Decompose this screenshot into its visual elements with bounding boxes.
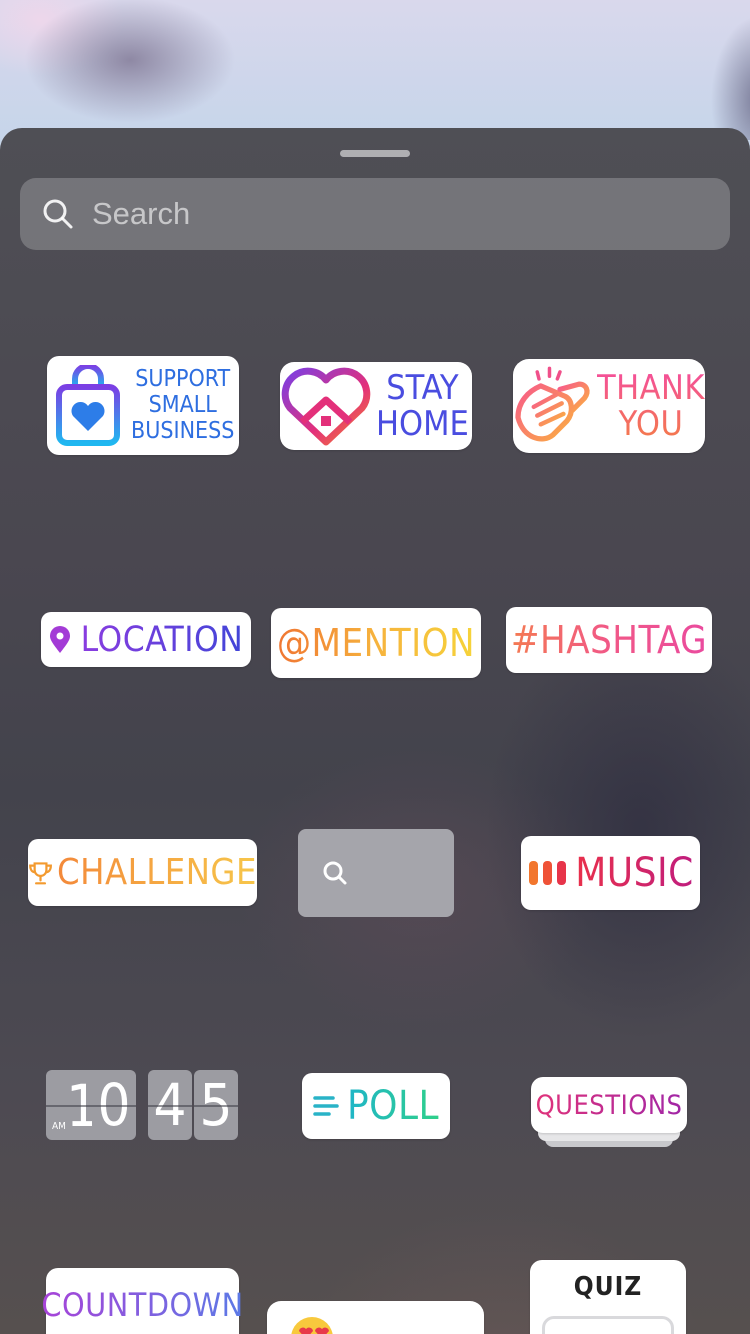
clock-hour-tile-2: 0: [92, 1070, 136, 1140]
sticker-label-line: YOU: [618, 404, 684, 444]
clock-minute-tile: 4: [148, 1070, 192, 1140]
countdown-sticker[interactable]: COUNTDOWN: [41, 1268, 243, 1334]
heart-eyes-emoji-icon: [291, 1317, 333, 1334]
countdown-label: COUNTDOWN: [41, 1286, 244, 1324]
poll-label: POLL: [346, 1083, 440, 1129]
questions-label: QUESTIONS: [535, 1089, 683, 1121]
search-bar[interactable]: Search: [20, 178, 730, 250]
clock-sticker[interactable]: AM 1 0 4 5: [46, 1070, 240, 1142]
quiz-option-box: [542, 1316, 674, 1334]
sticker-label-line: HOME: [376, 404, 469, 444]
questions-sticker[interactable]: QUESTIONS: [531, 1077, 687, 1151]
sticker-label-line: STAY: [386, 368, 459, 408]
poll-sticker[interactable]: POLL: [302, 1073, 450, 1139]
music-sticker[interactable]: MUSIC: [521, 836, 700, 910]
location-label: LOCATION: [80, 619, 244, 660]
sticker-label-line: BUSINESS: [131, 418, 235, 444]
heart-house-icon: [281, 367, 371, 446]
sticker-tray: Search SUPPORT SMALL BUSINESS STAY HOME …: [0, 128, 750, 1334]
trophy-icon: [29, 861, 52, 884]
search-placeholder: Search: [92, 196, 191, 231]
gif-search-sticker[interactable]: [298, 829, 454, 917]
thank-you-sticker[interactable]: THANK YOU: [513, 359, 705, 453]
poll-lines-icon: [313, 1096, 339, 1116]
clock-digit: 4: [153, 1071, 187, 1139]
clock-minute-tile-2: 5: [194, 1070, 238, 1140]
clock-ampm: AM: [52, 1121, 66, 1132]
emoji-slider-sticker[interactable]: [267, 1301, 484, 1334]
search-icon: [43, 199, 73, 229]
mention-sticker[interactable]: @MENTION: [271, 608, 481, 678]
clock-digit: 5: [199, 1071, 233, 1139]
quiz-sticker[interactable]: QUIZ: [530, 1260, 686, 1334]
support-small-business-sticker[interactable]: SUPPORT SMALL BUSINESS: [47, 356, 239, 455]
music-bars-icon: [529, 861, 567, 885]
hashtag-label: #HASHTAG: [510, 618, 708, 662]
challenge-label: CHALLENGE: [57, 852, 257, 893]
sheet-grabber[interactable]: [340, 150, 410, 157]
sticker-label-line: SMALL: [148, 392, 217, 418]
location-pin-icon: [49, 625, 70, 653]
music-label: MUSIC: [575, 850, 694, 896]
location-sticker[interactable]: LOCATION: [41, 612, 251, 667]
challenge-sticker[interactable]: CHALLENGE: [28, 839, 257, 906]
mention-label: @MENTION: [276, 621, 476, 665]
questions-card: QUESTIONS: [531, 1077, 687, 1133]
search-icon: [323, 861, 347, 885]
clock-digit: 0: [97, 1071, 131, 1139]
story-background: [0, 0, 750, 140]
stay-home-sticker[interactable]: STAY HOME: [280, 362, 472, 450]
sticker-label-line: SUPPORT: [135, 366, 231, 392]
sticker-label-line: THANK: [596, 368, 705, 408]
clapping-hands-icon: [515, 366, 590, 442]
shopping-bag-heart-icon: [56, 364, 120, 446]
hashtag-sticker[interactable]: #HASHTAG: [506, 607, 712, 673]
quiz-label: QUIZ: [573, 1272, 643, 1302]
